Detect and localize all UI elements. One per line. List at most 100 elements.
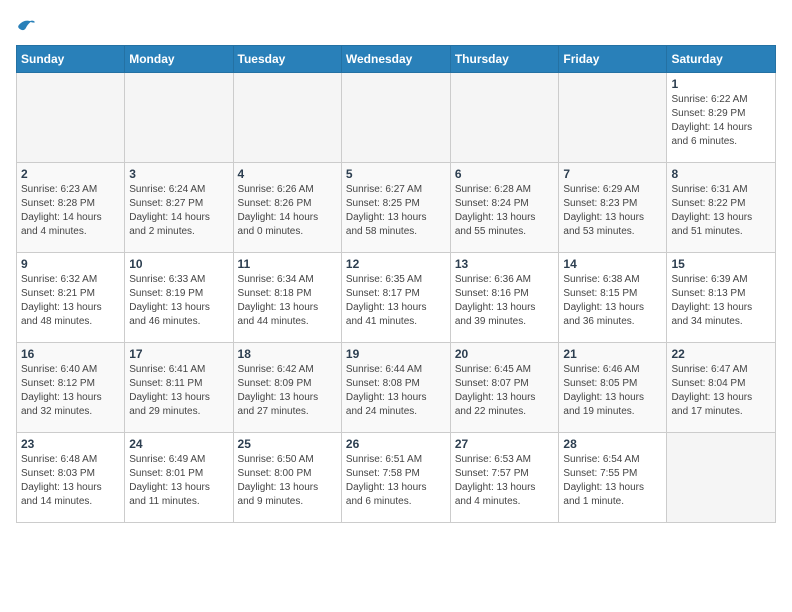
calendar-week-row: 23 Sunrise: 6:48 AMSunset: 8:03 PMDayligh… [17,432,776,522]
day-number: 19 [346,347,446,361]
calendar-cell: 7 Sunrise: 6:29 AMSunset: 8:23 PMDaylight… [559,162,667,252]
day-info: Sunrise: 6:27 AMSunset: 8:25 PMDaylight:… [346,183,446,239]
calendar-header-thursday: Thursday [450,45,559,72]
calendar-cell [450,72,559,162]
day-number: 16 [21,347,120,361]
calendar-cell: 6 Sunrise: 6:28 AMSunset: 8:24 PMDaylight… [450,162,559,252]
day-number: 2 [21,167,120,181]
day-info: Sunrise: 6:29 AMSunset: 8:23 PMDaylight:… [563,183,662,239]
calendar-week-row: 2 Sunrise: 6:23 AMSunset: 8:28 PMDaylight… [17,162,776,252]
calendar-header-row: SundayMondayTuesdayWednesdayThursdayFrid… [17,45,776,72]
day-info: Sunrise: 6:49 AMSunset: 8:01 PMDaylight:… [129,453,228,509]
calendar-cell: 17 Sunrise: 6:41 AMSunset: 8:11 PMDayligh… [125,342,233,432]
day-info: Sunrise: 6:26 AMSunset: 8:26 PMDaylight:… [238,183,337,239]
calendar-cell: 13 Sunrise: 6:36 AMSunset: 8:16 PMDayligh… [450,252,559,342]
calendar-header-wednesday: Wednesday [341,45,450,72]
day-number: 13 [455,257,555,271]
calendar-cell: 3 Sunrise: 6:24 AMSunset: 8:27 PMDaylight… [125,162,233,252]
calendar-cell: 12 Sunrise: 6:35 AMSunset: 8:17 PMDayligh… [341,252,450,342]
day-number: 22 [671,347,771,361]
calendar-cell [233,72,341,162]
day-info: Sunrise: 6:24 AMSunset: 8:27 PMDaylight:… [129,183,228,239]
day-info: Sunrise: 6:36 AMSunset: 8:16 PMDaylight:… [455,273,555,329]
day-number: 23 [21,437,120,451]
day-info: Sunrise: 6:50 AMSunset: 8:00 PMDaylight:… [238,453,337,509]
calendar-cell: 1 Sunrise: 6:22 AMSunset: 8:29 PMDaylight… [667,72,776,162]
day-number: 20 [455,347,555,361]
day-number: 8 [671,167,771,181]
day-info: Sunrise: 6:46 AMSunset: 8:05 PMDaylight:… [563,363,662,419]
calendar-cell: 5 Sunrise: 6:27 AMSunset: 8:25 PMDaylight… [341,162,450,252]
calendar-header-sunday: Sunday [17,45,125,72]
day-info: Sunrise: 6:28 AMSunset: 8:24 PMDaylight:… [455,183,555,239]
day-info: Sunrise: 6:32 AMSunset: 8:21 PMDaylight:… [21,273,120,329]
calendar-table: SundayMondayTuesdayWednesdayThursdayFrid… [16,45,776,523]
calendar-cell: 27 Sunrise: 6:53 AMSunset: 7:57 PMDayligh… [450,432,559,522]
day-number: 24 [129,437,228,451]
day-info: Sunrise: 6:45 AMSunset: 8:07 PMDaylight:… [455,363,555,419]
day-number: 12 [346,257,446,271]
calendar-cell: 23 Sunrise: 6:48 AMSunset: 8:03 PMDayligh… [17,432,125,522]
day-info: Sunrise: 6:23 AMSunset: 8:28 PMDaylight:… [21,183,120,239]
calendar-cell: 10 Sunrise: 6:33 AMSunset: 8:19 PMDayligh… [125,252,233,342]
calendar-cell: 8Sunrise: 6:31 AMSunset: 8:22 PMDaylight… [667,162,776,252]
calendar-cell: 14 Sunrise: 6:38 AMSunset: 8:15 PMDayligh… [559,252,667,342]
calendar-cell: 25 Sunrise: 6:50 AMSunset: 8:00 PMDayligh… [233,432,341,522]
calendar-cell: 21 Sunrise: 6:46 AMSunset: 8:05 PMDayligh… [559,342,667,432]
day-info: Sunrise: 6:51 AMSunset: 7:58 PMDaylight:… [346,453,446,509]
calendar-cell: 18 Sunrise: 6:42 AMSunset: 8:09 PMDayligh… [233,342,341,432]
day-info: Sunrise: 6:53 AMSunset: 7:57 PMDaylight:… [455,453,555,509]
calendar-cell [559,72,667,162]
day-info: Sunrise: 6:38 AMSunset: 8:15 PMDaylight:… [563,273,662,329]
logo [16,16,35,35]
day-info: Sunrise: 6:39 AMSunset: 8:13 PMDaylight:… [671,273,771,329]
day-number: 1 [671,77,771,91]
day-number: 28 [563,437,662,451]
day-info: Sunrise: 6:35 AMSunset: 8:17 PMDaylight:… [346,273,446,329]
day-number: 10 [129,257,228,271]
day-number: 6 [455,167,555,181]
day-number: 7 [563,167,662,181]
day-number: 4 [238,167,337,181]
calendar-cell [341,72,450,162]
calendar-cell: 24 Sunrise: 6:49 AMSunset: 8:01 PMDayligh… [125,432,233,522]
day-number: 21 [563,347,662,361]
day-info: Sunrise: 6:47 AMSunset: 8:04 PMDaylight:… [671,363,771,419]
calendar-cell: 11 Sunrise: 6:34 AMSunset: 8:18 PMDayligh… [233,252,341,342]
calendar-header-tuesday: Tuesday [233,45,341,72]
calendar-cell: 19Sunrise: 6:44 AMSunset: 8:08 PMDayligh… [341,342,450,432]
day-info: Sunrise: 6:54 AMSunset: 7:55 PMDaylight:… [563,453,662,509]
day-number: 27 [455,437,555,451]
logo-bird-icon [17,16,35,34]
day-info: Sunrise: 6:48 AMSunset: 8:03 PMDaylight:… [21,453,120,509]
day-info: Sunrise: 6:34 AMSunset: 8:18 PMDaylight:… [238,273,337,329]
calendar-cell: 26 Sunrise: 6:51 AMSunset: 7:58 PMDayligh… [341,432,450,522]
day-info: Sunrise: 6:22 AMSunset: 8:29 PMDaylight:… [671,93,771,149]
day-number: 5 [346,167,446,181]
day-number: 9 [21,257,120,271]
calendar-cell [667,432,776,522]
day-info: Sunrise: 6:41 AMSunset: 8:11 PMDaylight:… [129,363,228,419]
day-info: Sunrise: 6:40 AMSunset: 8:12 PMDaylight:… [21,363,120,419]
calendar-cell: 22 Sunrise: 6:47 AMSunset: 8:04 PMDayligh… [667,342,776,432]
calendar-header-monday: Monday [125,45,233,72]
calendar-week-row: 1 Sunrise: 6:22 AMSunset: 8:29 PMDaylight… [17,72,776,162]
day-number: 14 [563,257,662,271]
day-number: 15 [671,257,771,271]
calendar-header-saturday: Saturday [667,45,776,72]
calendar-cell: 2 Sunrise: 6:23 AMSunset: 8:28 PMDaylight… [17,162,125,252]
calendar-cell: 20 Sunrise: 6:45 AMSunset: 8:07 PMDayligh… [450,342,559,432]
day-number: 3 [129,167,228,181]
calendar-week-row: 9 Sunrise: 6:32 AMSunset: 8:21 PMDaylight… [17,252,776,342]
day-number: 26 [346,437,446,451]
day-info: Sunrise: 6:33 AMSunset: 8:19 PMDaylight:… [129,273,228,329]
calendar-cell: 9 Sunrise: 6:32 AMSunset: 8:21 PMDaylight… [17,252,125,342]
calendar-cell [125,72,233,162]
day-info: Sunrise: 6:42 AMSunset: 8:09 PMDaylight:… [238,363,337,419]
day-number: 18 [238,347,337,361]
calendar-cell: 15 Sunrise: 6:39 AMSunset: 8:13 PMDayligh… [667,252,776,342]
day-number: 25 [238,437,337,451]
calendar-cell [17,72,125,162]
day-number: 11 [238,257,337,271]
day-number: 17 [129,347,228,361]
